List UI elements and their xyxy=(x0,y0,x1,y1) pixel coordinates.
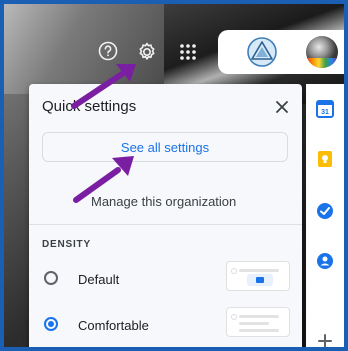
organization-logo[interactable] xyxy=(246,36,278,68)
preview-line xyxy=(239,322,269,325)
settings-gear-icon[interactable] xyxy=(135,40,159,64)
apps-grid-icon[interactable] xyxy=(176,40,200,64)
radio-button[interactable] xyxy=(44,271,58,285)
side-panel-rail: 31 xyxy=(306,84,344,347)
preview-dot xyxy=(231,268,237,274)
density-preview-comfortable xyxy=(226,307,290,337)
preview-line xyxy=(239,329,279,332)
preview-attachment-chip xyxy=(247,274,273,286)
radio-button-selected[interactable] xyxy=(44,317,58,331)
divider xyxy=(29,224,302,225)
quick-settings-panel: Quick settings See all settings Manage t… xyxy=(29,84,302,347)
panel-title: Quick settings xyxy=(42,98,137,115)
account-area xyxy=(218,30,344,74)
density-heading: DENSITY xyxy=(42,239,91,250)
tasks-icon[interactable] xyxy=(316,202,334,220)
density-option-default[interactable]: Default xyxy=(42,261,292,291)
screenshot-frame: 31 Quick settings See all settings Manag… xyxy=(4,4,344,347)
density-option-comfortable[interactable]: Comfortable xyxy=(42,307,292,337)
preview-line xyxy=(239,315,279,318)
help-icon[interactable] xyxy=(97,40,119,62)
calendar-icon[interactable]: 31 xyxy=(316,100,334,118)
close-icon[interactable] xyxy=(272,97,292,117)
radio-label: Comfortable xyxy=(78,318,149,333)
manage-organization-link[interactable]: Manage this organization xyxy=(91,194,236,209)
calendar-date-label: 31 xyxy=(321,109,329,116)
preview-line xyxy=(239,269,279,272)
avatar-rainbow-flag xyxy=(306,58,338,68)
add-icon[interactable] xyxy=(316,332,334,347)
density-preview-default xyxy=(226,261,290,291)
preview-dot xyxy=(231,314,237,320)
keep-icon[interactable] xyxy=(316,150,334,168)
see-all-settings-button[interactable]: See all settings xyxy=(42,132,288,162)
avatar[interactable] xyxy=(306,36,338,68)
radio-label: Default xyxy=(78,272,120,287)
contacts-icon[interactable] xyxy=(316,252,334,270)
